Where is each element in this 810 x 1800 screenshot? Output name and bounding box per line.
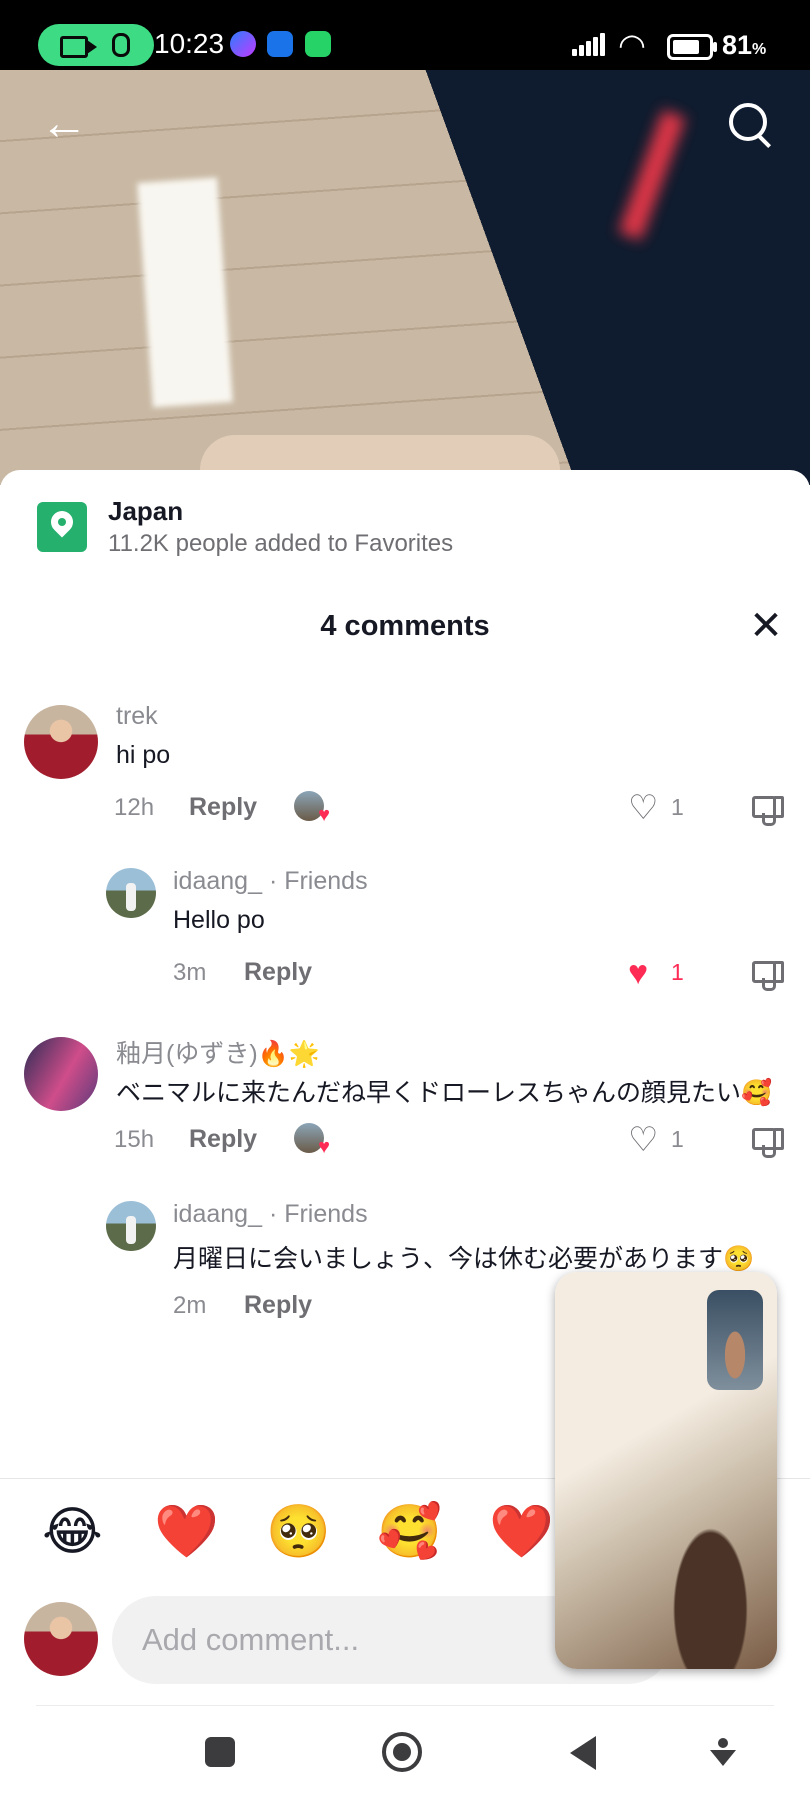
- microphone-icon: [112, 33, 130, 57]
- whatsapp-notification-icon: [305, 31, 331, 57]
- avatar[interactable]: [106, 868, 156, 918]
- friends-tag: · Friends: [268, 1200, 368, 1228]
- emoji-laughing-button[interactable]: 😂: [42, 1502, 103, 1562]
- avatar[interactable]: [24, 1037, 98, 1111]
- emoji-heart-button[interactable]: ❤️: [154, 1502, 219, 1562]
- comments-count-title: 4 comments: [320, 610, 490, 642]
- heart-icon: ♥: [318, 1136, 330, 1158]
- cellular-signal-icon: [572, 32, 608, 56]
- ongoing-call-indicator[interactable]: [38, 24, 154, 66]
- emoji-pleading-button[interactable]: 🥺: [266, 1502, 331, 1562]
- location-name[interactable]: Japan: [108, 496, 183, 527]
- comment-time: 3m: [173, 959, 207, 986]
- avatar[interactable]: [24, 705, 98, 779]
- wifi-icon: ◠: [618, 27, 646, 63]
- like-count: 1: [671, 959, 684, 985]
- battery-icon: [667, 34, 717, 60]
- recents-button[interactable]: [205, 1737, 235, 1767]
- dislike-icon[interactable]: [748, 794, 784, 826]
- avatar[interactable]: [106, 1201, 156, 1251]
- location-pin-icon: [37, 502, 87, 552]
- heart-filled-icon[interactable]: ♥: [628, 956, 648, 990]
- video-player[interactable]: [0, 70, 810, 485]
- status-time: 10:23: [154, 28, 225, 59]
- location-favorites-count: 11.2K people added to Favorites: [108, 530, 454, 557]
- comment-text: Hello po: [173, 906, 265, 934]
- back-arrow-icon[interactable]: ←: [40, 100, 88, 148]
- back-button[interactable]: [570, 1736, 596, 1770]
- home-button[interactable]: [382, 1732, 422, 1772]
- close-icon[interactable]: ✕: [746, 606, 786, 646]
- creator-liked-avatar: ♥: [294, 1123, 330, 1157]
- self-camera-preview[interactable]: [707, 1290, 763, 1390]
- reply-button[interactable]: Reply: [244, 958, 312, 987]
- messenger-notification-icon: [230, 31, 256, 57]
- heart-outline-icon[interactable]: ♡: [628, 1123, 658, 1157]
- video-call-pip-window[interactable]: [555, 1272, 777, 1669]
- creator-liked-avatar: ♥: [294, 791, 330, 825]
- reply-button[interactable]: Reply: [189, 793, 257, 822]
- messages-notification-icon: [267, 31, 293, 57]
- friends-tag: · Friends: [268, 867, 368, 895]
- dislike-icon[interactable]: [748, 959, 784, 991]
- comment-username[interactable]: 釉月(ゆずき)🔥🌟: [116, 1034, 320, 1070]
- comment-text: ベニマルに来たんだね早くドローレスちゃんの顔見たい🥰: [116, 1079, 773, 1107]
- like-count: 1: [671, 794, 684, 820]
- search-icon[interactable]: [726, 100, 774, 149]
- avatar: [24, 1602, 98, 1676]
- comment-username[interactable]: idaang_ · Friends: [173, 1200, 368, 1229]
- comment-time: 15h: [114, 1126, 155, 1153]
- heart-icon: ♥: [318, 804, 330, 826]
- accessibility-icon[interactable]: [710, 1738, 736, 1768]
- status-bar: 10:23 ◠ 81%: [0, 0, 810, 70]
- emoji-heart-button[interactable]: ❤️: [489, 1502, 554, 1562]
- comment-username[interactable]: trek: [116, 702, 158, 731]
- comment-text: hi po: [116, 741, 171, 769]
- comment-item: trek hi po 12h Reply ♥ ♡ 1: [0, 695, 810, 845]
- reply-button[interactable]: Reply: [189, 1125, 257, 1154]
- comment-time: 2m: [173, 1292, 207, 1319]
- dislike-icon[interactable]: [748, 1126, 784, 1158]
- battery-percent: 81%: [722, 30, 767, 60]
- comment-item: 釉月(ゆずき)🔥🌟 ベニマルに来たんだね早くドローレスちゃんの顔見たい🥰 15h…: [0, 1027, 810, 1177]
- comment-time: 12h: [114, 794, 155, 821]
- emoji-smiling-hearts-button[interactable]: 🥰: [377, 1502, 442, 1562]
- heart-outline-icon[interactable]: ♡: [628, 791, 658, 825]
- comment-text: 月曜日に会いましょう、今は休む必要があります🥺: [173, 1245, 755, 1273]
- like-count: 1: [671, 1126, 684, 1152]
- reply-button[interactable]: Reply: [244, 1291, 312, 1320]
- comment-username[interactable]: idaang_ · Friends: [173, 867, 368, 896]
- reply-item: idaang_ · Friends Hello po 3m Reply ♥ 1: [0, 860, 810, 1010]
- video-camera-icon: [60, 36, 97, 58]
